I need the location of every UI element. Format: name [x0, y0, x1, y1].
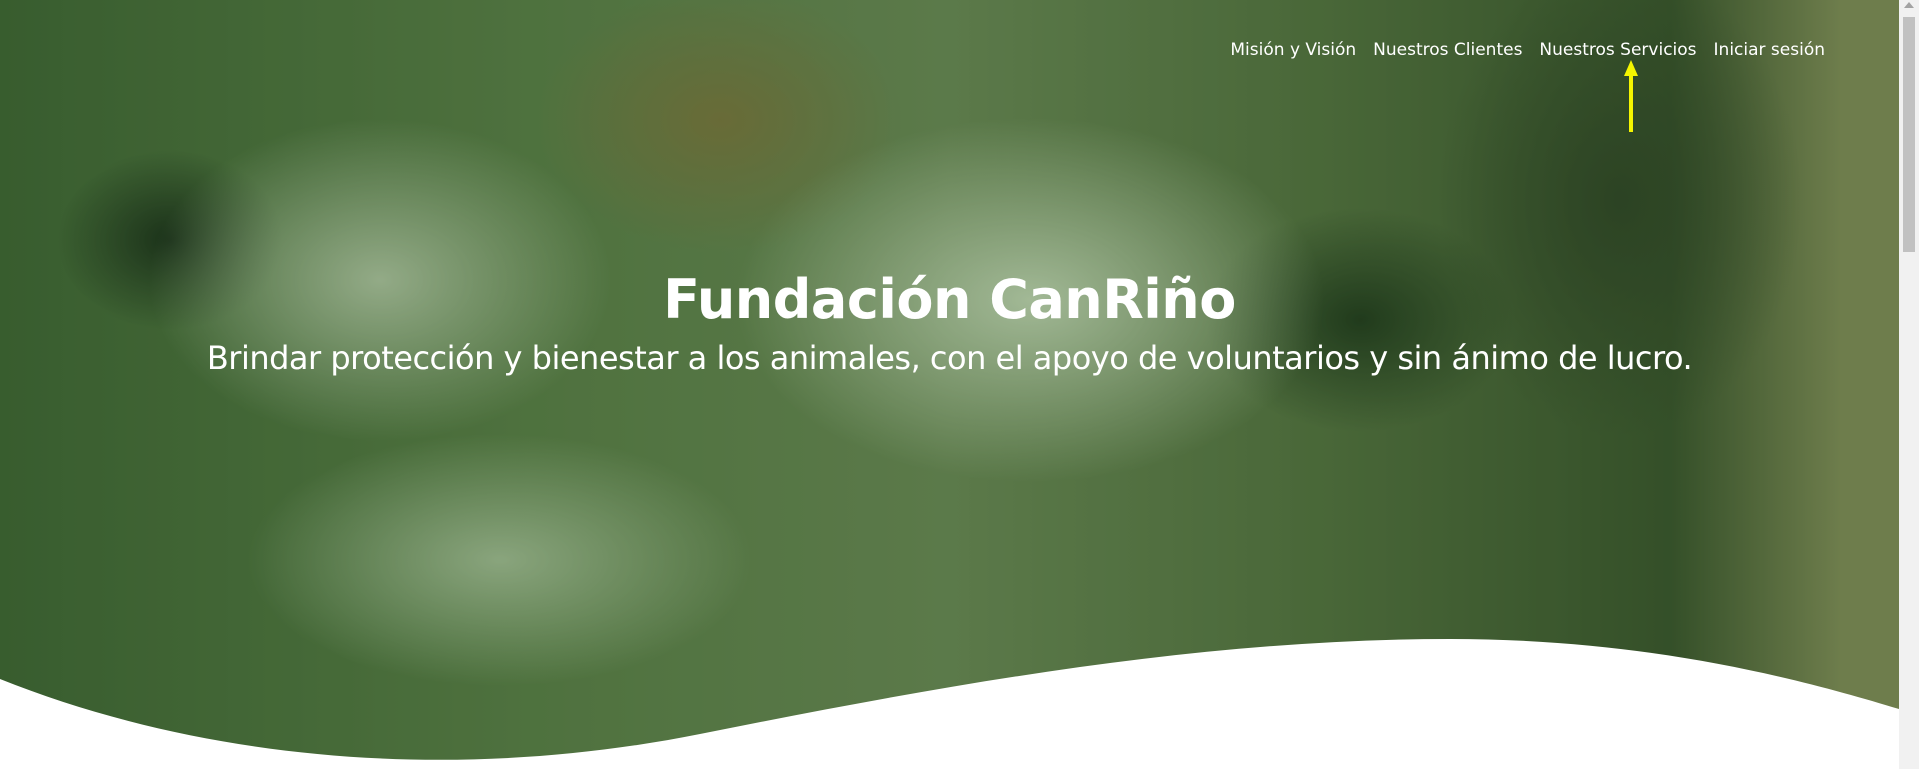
yellow-arrow-cursor-icon	[1624, 60, 1638, 132]
hero-wave-divider	[0, 639, 1899, 769]
hero-subtitle: Brindar protección y bienestar a los ani…	[206, 339, 1693, 378]
scrollbar-thumb[interactable]	[1903, 17, 1915, 252]
nav-link-mision-vision[interactable]: Misión y Visión	[1230, 40, 1356, 60]
nav-link-iniciar-sesion[interactable]: Iniciar sesión	[1714, 40, 1825, 60]
top-navigation: Misión y Visión Nuestros Clientes Nuestr…	[1230, 40, 1825, 60]
nav-link-nuestros-clientes[interactable]: Nuestros Clientes	[1373, 40, 1522, 60]
nav-link-nuestros-servicios[interactable]: Nuestros Servicios	[1539, 40, 1696, 60]
page: Misión y Visión Nuestros Clientes Nuestr…	[0, 0, 1919, 769]
hero-title: Fundación CanRiño	[663, 268, 1236, 331]
scroll-up-arrow-icon[interactable]	[1904, 2, 1914, 8]
vertical-scrollbar[interactable]	[1899, 0, 1919, 769]
hero-text: Fundación CanRiño Brindar protección y b…	[0, 270, 1899, 378]
